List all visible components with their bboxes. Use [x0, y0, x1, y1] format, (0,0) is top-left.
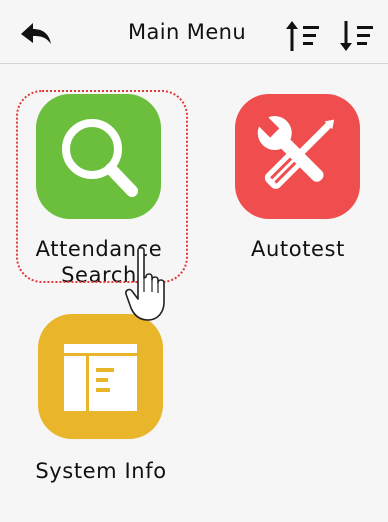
hand-pointer-icon — [125, 246, 165, 321]
menu-item-label: System Info — [35, 459, 167, 483]
menu-item-autotest[interactable]: Autotest — [213, 94, 373, 294]
wrench-screwdriver-icon — [255, 114, 335, 189]
menu-item-system-info[interactable]: System Info — [16, 314, 176, 514]
menu-item-label: Autotest — [251, 237, 345, 261]
sort-descending-icon — [340, 21, 373, 51]
header-bar: Main Menu — [0, 0, 388, 64]
sort-ascending-icon — [286, 21, 319, 51]
back-button[interactable] — [20, 22, 52, 46]
sort-ascending-button[interactable] — [284, 18, 322, 54]
sort-descending-button[interactable] — [338, 18, 376, 54]
system-info-tile-icon — [38, 314, 163, 439]
system-info-icon — [64, 344, 137, 411]
header-divider — [0, 63, 388, 64]
autotest-tile-icon — [235, 94, 360, 219]
page-title: Main Menu — [128, 20, 247, 44]
back-arrow-icon — [21, 23, 51, 44]
